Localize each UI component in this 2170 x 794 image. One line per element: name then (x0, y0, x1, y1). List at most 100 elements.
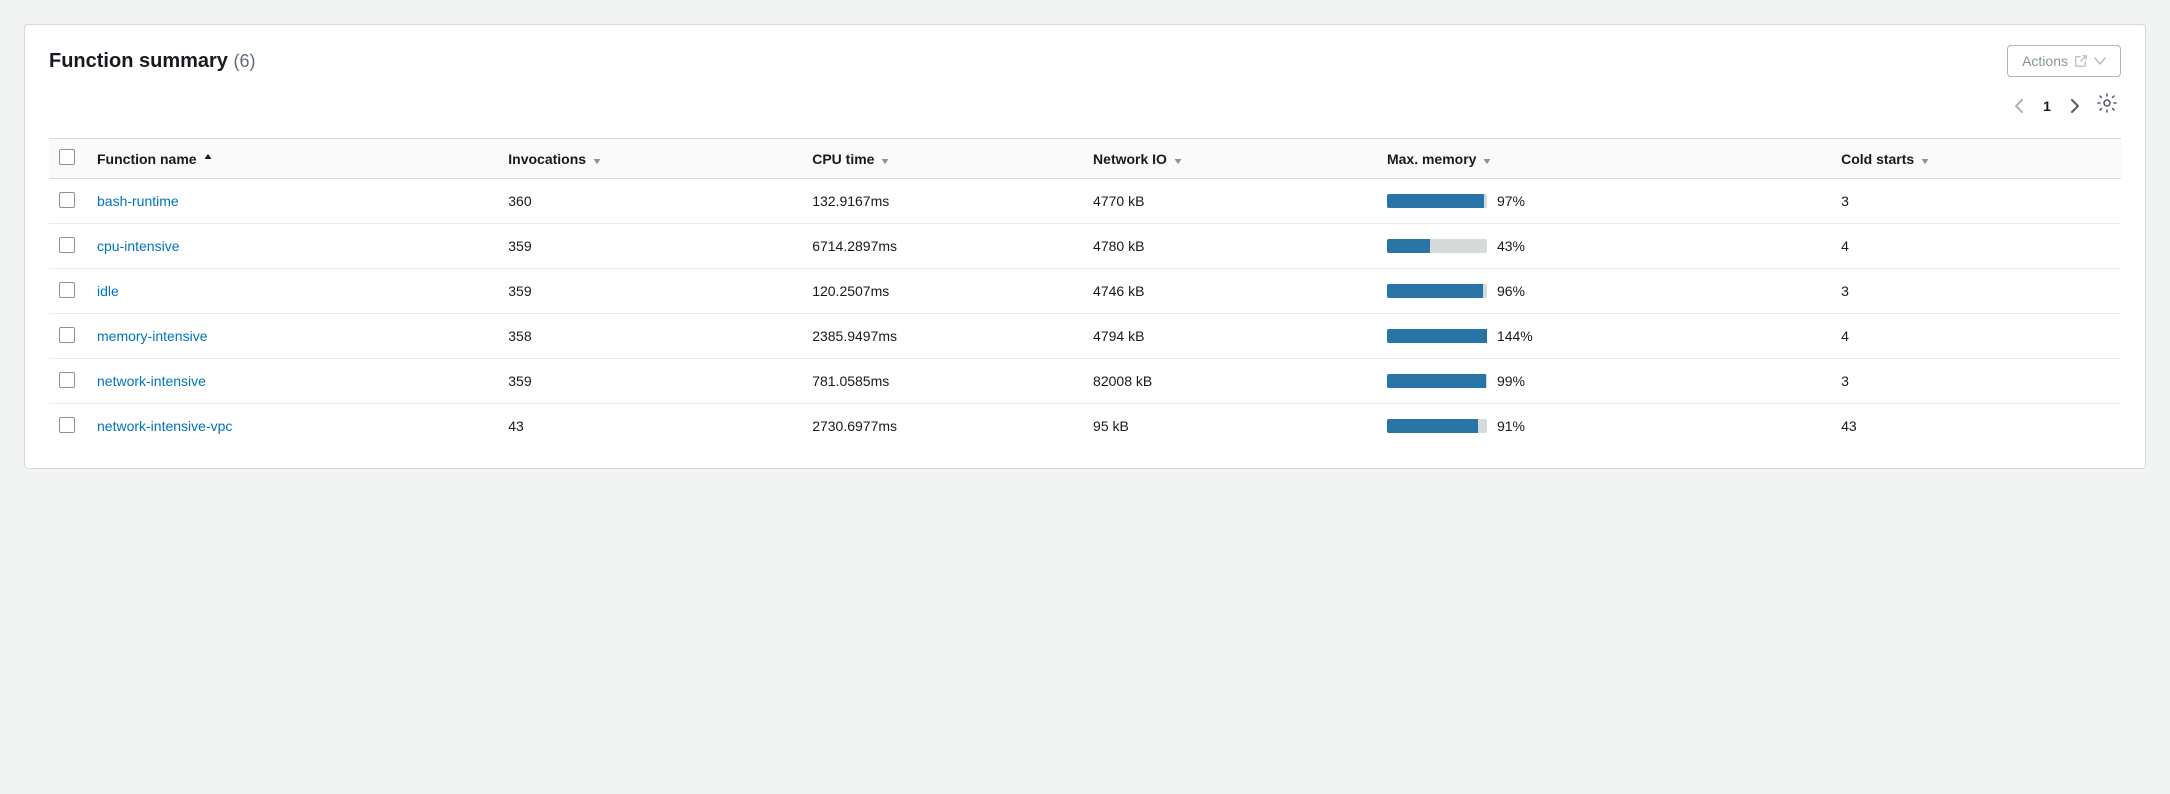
invocations-cell: 359 (496, 359, 800, 404)
gear-icon (2097, 93, 2117, 113)
network-io-cell: 4746 kB (1081, 269, 1375, 314)
max-memory-cell: 99% (1375, 359, 1829, 404)
table-row: memory-intensive 3582385.9497ms4794 kB 144… (49, 314, 2121, 359)
memory-pct-label: 144% (1497, 328, 1539, 344)
col-header-network-io: Network IO (1081, 139, 1375, 179)
prev-page-button[interactable] (2009, 95, 2029, 117)
network-io-cell: 95 kB (1081, 404, 1375, 449)
memory-bar-fill (1387, 419, 1478, 433)
cold-starts-cell: 3 (1829, 359, 2121, 404)
invocations-cell: 43 (496, 404, 800, 449)
cold-starts-cell: 4 (1829, 224, 2121, 269)
table-row: network-intensive-vpc432730.6977ms95 kB9… (49, 404, 2121, 449)
function-summary-panel: Function summary (6) Actions (24, 24, 2146, 469)
col-header-max-memory: Max. memory (1375, 139, 1829, 179)
memory-pct-label: 96% (1497, 283, 1539, 299)
select-all-cell (49, 139, 85, 179)
col-header-cpu-time: CPU time (800, 139, 1081, 179)
max-memory-cell: 144% (1375, 314, 1829, 359)
select-all-checkbox[interactable] (59, 149, 75, 165)
function-name-link[interactable]: memory-intensive (97, 328, 207, 344)
function-name-link[interactable]: bash-runtime (97, 193, 179, 209)
memory-pct-label: 43% (1497, 238, 1539, 254)
sort-desc-icon-cold (1920, 153, 1930, 165)
max-memory-cell: 43% (1375, 224, 1829, 269)
cpu-time-cell: 781.0585ms (800, 359, 1081, 404)
sort-desc-icon-mem (1482, 153, 1492, 165)
memory-bar-track (1387, 239, 1487, 253)
invocations-cell: 358 (496, 314, 800, 359)
memory-pct-label: 99% (1497, 373, 1539, 389)
row-checkbox[interactable] (59, 282, 75, 298)
actions-button[interactable]: Actions (2007, 45, 2121, 77)
functions-table: Function name Invocations (49, 138, 2121, 448)
memory-bar-track (1387, 374, 1487, 388)
title-text: Function summary (6) (49, 50, 255, 72)
row-checkbox[interactable] (59, 237, 75, 253)
table-header-row: Function name Invocations (49, 139, 2121, 179)
panel-title: Function summary (6) (49, 50, 255, 73)
col-header-cold-starts: Cold starts (1829, 139, 2121, 179)
header-actions: Actions (2007, 45, 2121, 77)
function-name-link[interactable]: network-intensive-vpc (97, 418, 232, 434)
sort-desc-icon (592, 153, 602, 165)
network-io-cell: 4770 kB (1081, 179, 1375, 224)
col-header-function-name: Function name (85, 139, 496, 179)
invocations-cell: 359 (496, 269, 800, 314)
network-io-cell: 4794 kB (1081, 314, 1375, 359)
sort-desc-icon-net (1173, 153, 1183, 165)
network-io-cell: 82008 kB (1081, 359, 1375, 404)
memory-bar-track (1387, 329, 1487, 343)
actions-label: Actions (2022, 53, 2068, 69)
row-checkbox[interactable] (59, 192, 75, 208)
cpu-time-cell: 6714.2897ms (800, 224, 1081, 269)
table-row: network-intensive 359781.0585ms82008 kB 99… (49, 359, 2121, 404)
memory-bar-fill (1387, 284, 1483, 298)
row-checkbox[interactable] (59, 417, 75, 433)
memory-bar-track (1387, 419, 1487, 433)
cpu-time-cell: 120.2507ms (800, 269, 1081, 314)
memory-bar-track (1387, 284, 1487, 298)
cold-starts-cell: 3 (1829, 269, 2121, 314)
memory-bar-fill (1387, 329, 1487, 343)
pagination-bar: 1 (49, 89, 2121, 122)
sort-desc-icon-cpu (880, 153, 890, 165)
memory-pct-label: 91% (1497, 418, 1539, 434)
network-io-cell: 4780 kB (1081, 224, 1375, 269)
chevron-down-icon (2094, 57, 2106, 65)
cold-starts-cell: 43 (1829, 404, 2121, 449)
max-memory-cell: 91% (1375, 404, 1829, 449)
current-page: 1 (2037, 98, 2057, 114)
cpu-time-cell: 132.9167ms (800, 179, 1081, 224)
panel-header: Function summary (6) Actions (49, 45, 2121, 77)
settings-button[interactable] (2093, 89, 2121, 122)
table-row: bash-runtime 360132.9167ms4770 kB 97% 3 (49, 179, 2121, 224)
col-header-invocations: Invocations (496, 139, 800, 179)
row-checkbox[interactable] (59, 327, 75, 343)
max-memory-cell: 96% (1375, 269, 1829, 314)
invocations-cell: 359 (496, 224, 800, 269)
cold-starts-cell: 4 (1829, 314, 2121, 359)
count-badge: (6) (233, 51, 255, 71)
function-name-link[interactable]: idle (97, 283, 119, 299)
chevron-right-icon (2071, 99, 2079, 113)
table-row: cpu-intensive 3596714.2897ms4780 kB 43% 4 (49, 224, 2121, 269)
chevron-left-icon (2015, 99, 2023, 113)
memory-bar-fill (1387, 239, 1430, 253)
table-row: idle 359120.2507ms4746 kB 96% 3 (49, 269, 2121, 314)
memory-bar-track (1387, 194, 1487, 208)
row-checkbox[interactable] (59, 372, 75, 388)
function-name-link[interactable]: network-intensive (97, 373, 206, 389)
memory-pct-label: 97% (1497, 193, 1539, 209)
sort-asc-icon (203, 153, 213, 165)
max-memory-cell: 97% (1375, 179, 1829, 224)
memory-bar-fill (1387, 374, 1486, 388)
invocations-cell: 360 (496, 179, 800, 224)
cpu-time-cell: 2730.6977ms (800, 404, 1081, 449)
memory-bar-fill (1387, 194, 1484, 208)
cold-starts-cell: 3 (1829, 179, 2121, 224)
cpu-time-cell: 2385.9497ms (800, 314, 1081, 359)
function-name-link[interactable]: cpu-intensive (97, 238, 180, 254)
external-link-icon (2074, 54, 2088, 68)
next-page-button[interactable] (2065, 95, 2085, 117)
